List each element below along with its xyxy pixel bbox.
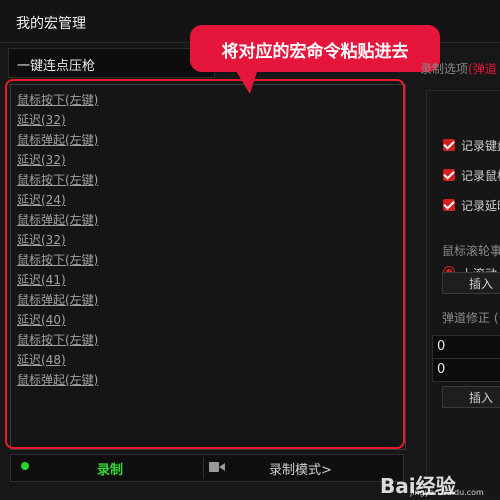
record-keyboard-checkbox[interactable] <box>443 139 455 151</box>
macro-name-field[interactable]: 一键连点压枪 <box>8 48 215 78</box>
insert-wheel-button[interactable]: 插入 <box>442 272 500 294</box>
watermark-url: jingyan.baidu.com <box>410 488 484 497</box>
record-options-title: 录制选项(弹道 <box>420 60 497 77</box>
instruction-callout: 将对应的宏命令粘贴进去 <box>190 25 440 72</box>
insert-wheel-label: 插入 <box>469 277 494 291</box>
record-mode-button[interactable]: 录制模式> <box>269 459 332 478</box>
insert-ballistic-button[interactable]: 插入 <box>442 386 500 408</box>
record-keyboard-label: 记录键盘 <box>461 139 500 153</box>
record-delay-label: 记录延时 <box>461 199 500 213</box>
record-options-red-label: (弹道 <box>468 62 497 76</box>
divider <box>203 457 204 479</box>
mouse-wheel-label: 鼠标滚轮事 <box>442 244 500 258</box>
record-options-label: 录制选项 <box>420 62 469 76</box>
record-mouse-label: 记录鼠标 <box>461 169 500 183</box>
record-mouse-checkbox[interactable] <box>443 169 455 181</box>
record-delay-checkbox[interactable] <box>443 199 455 211</box>
left-value: 0 <box>437 362 446 377</box>
up-value: 0 <box>437 339 446 354</box>
insert-ballistic-label: 插入 <box>469 391 494 405</box>
callout-text: 将对应的宏命令粘贴进去 <box>221 42 409 62</box>
record-status-icon <box>21 462 29 470</box>
record-button[interactable]: 录制 <box>97 459 123 478</box>
macro-name-text: 一键连点压枪 <box>17 59 96 74</box>
left-value-input[interactable]: 0 <box>432 358 500 382</box>
video-camera-icon <box>209 462 225 472</box>
highlight-frame <box>5 79 405 449</box>
window-title: 我的宏管理 <box>16 16 86 32</box>
up-value-input[interactable]: 0 <box>432 335 500 359</box>
record-bar: 录制 录制模式> <box>10 454 404 482</box>
ballistic-correction-label: 弹道修正 ( <box>442 311 499 325</box>
